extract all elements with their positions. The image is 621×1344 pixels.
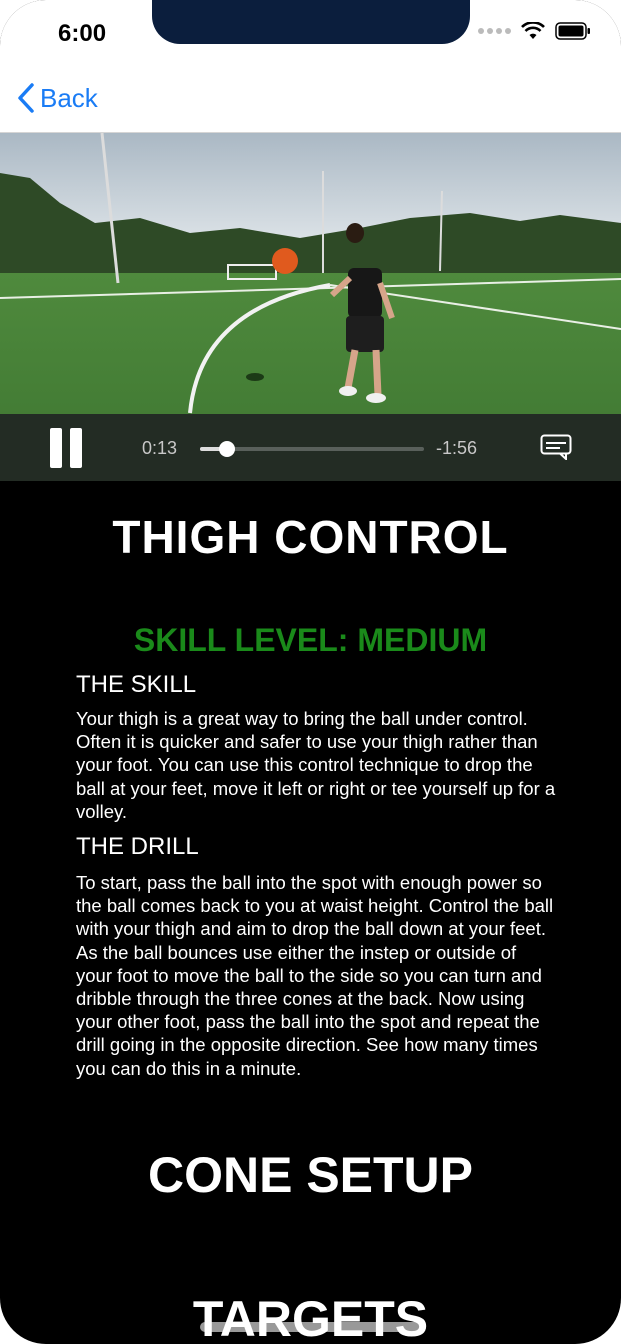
pause-icon [50, 428, 62, 468]
pause-icon [70, 428, 82, 468]
navigation-bar: Back [0, 70, 621, 133]
cone-setup-heading: CONE SETUP [147, 1147, 474, 1203]
subtitles-button[interactable] [540, 434, 572, 465]
phone-screen: 6:00 Back 0:13 -1:56 THIGH CONTROL SKILL… [0, 0, 621, 1344]
status-time: 6:00 [58, 20, 107, 47]
status-bar: 6:00 [0, 0, 621, 70]
subtitles-icon [540, 434, 572, 462]
drill-title: THIGH CONTROL [112, 511, 509, 563]
video-scrubber[interactable] [200, 441, 424, 457]
skill-heading: THE SKILL [76, 671, 197, 698]
drill-heading: THE DRILL [76, 833, 199, 860]
back-label: Back [40, 82, 98, 113]
signal-icon [478, 28, 511, 34]
drill-description: To start, pass the ball into the spot wi… [76, 872, 554, 1079]
back-button[interactable]: Back [16, 82, 98, 114]
notch [152, 0, 470, 44]
skill-level: SKILL LEVEL: MEDIUM [133, 622, 488, 658]
elapsed-time: 0:13 [142, 438, 178, 458]
battery-icon [555, 22, 590, 40]
scrubber-knob[interactable] [218, 441, 235, 457]
wifi-icon [521, 22, 545, 39]
remaining-time: -1:56 [436, 438, 478, 458]
targets-heading: TARGETS [192, 1291, 429, 1344]
home-indicator[interactable] [200, 1322, 422, 1332]
pause-button[interactable] [50, 428, 84, 468]
skill-description: Your thigh is a great way to bring the b… [76, 708, 556, 822]
chevron-left-icon [18, 83, 34, 113]
status-icons [478, 22, 591, 40]
